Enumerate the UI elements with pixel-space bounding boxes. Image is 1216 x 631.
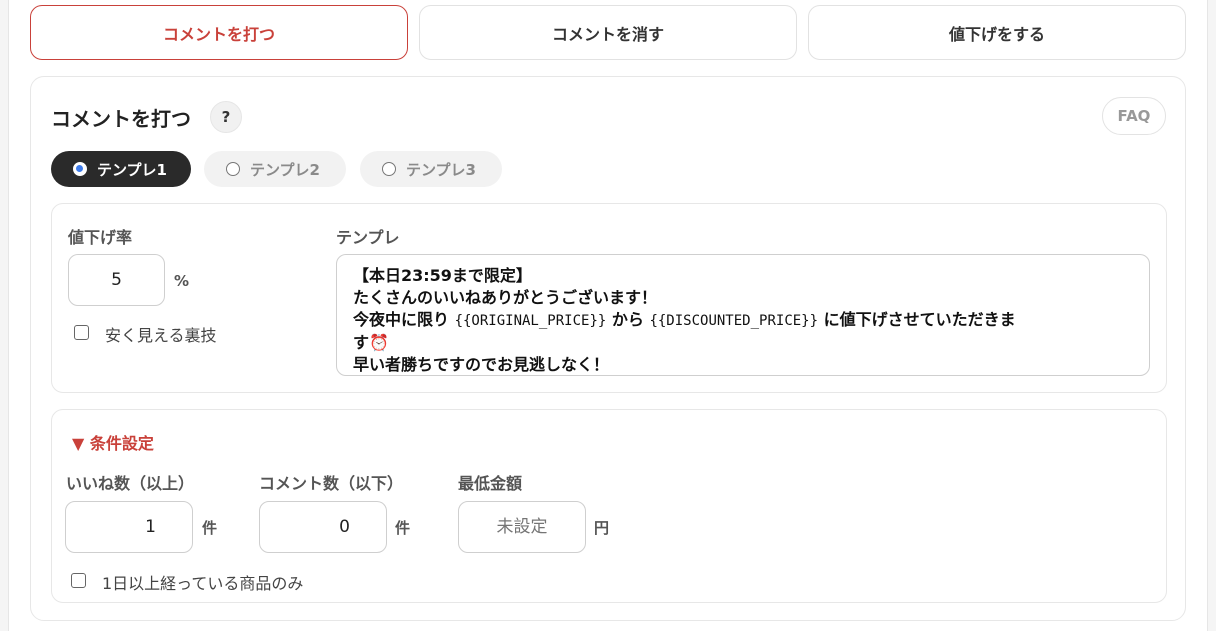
tab-post-comment[interactable]: コメントを打つ bbox=[30, 5, 408, 60]
help-button[interactable]: ? bbox=[210, 101, 242, 133]
discount-rate-input[interactable] bbox=[68, 254, 165, 306]
template-line: す⏰ bbox=[353, 333, 389, 352]
likes-input[interactable] bbox=[65, 501, 193, 553]
trick-checkbox[interactable] bbox=[74, 325, 89, 340]
page: コメントを打つ コメントを消す 値下げをする コメントを打つ ? FAQ テンプ… bbox=[8, 0, 1208, 631]
tab-price-drop[interactable]: 値下げをする bbox=[808, 5, 1186, 60]
text-segment: に値下げさせていただきま bbox=[818, 310, 1016, 329]
template-line: 早い者勝ちですのでお見逃しなく！ bbox=[353, 355, 610, 374]
template-1-option[interactable]: テンプレ1 bbox=[51, 151, 191, 187]
template-3-label: テンプレ3 bbox=[406, 160, 476, 179]
template-2-label: テンプレ2 bbox=[250, 160, 320, 179]
tab-delete-comment[interactable]: コメントを消す bbox=[419, 5, 797, 60]
placeholder-original-price: {{ORIGINAL_PRICE}} bbox=[454, 313, 607, 329]
likes-label: いいね数（以上） bbox=[66, 474, 195, 493]
radio-icon bbox=[73, 162, 87, 176]
template-text-label: テンプレ bbox=[336, 228, 400, 247]
card-title: コメントを打つ bbox=[51, 107, 191, 131]
trick-label: 安く見える裏技 bbox=[105, 326, 217, 345]
likes-unit: 件 bbox=[202, 519, 218, 537]
conditions-panel: ▼ 条件設定 いいね数（以上） 件 コメント数（以下） 件 最低金額 円 1日以… bbox=[51, 409, 1167, 603]
placeholder-discounted-price: {{DISCOUNTED_PRICE}} bbox=[649, 313, 819, 329]
discount-rate-label: 値下げ率 bbox=[68, 228, 133, 247]
min-price-input[interactable] bbox=[458, 501, 586, 553]
template-line: 今夜中に限り {{ORIGINAL_PRICE}} から {{DISCOUNTE… bbox=[353, 309, 1133, 332]
template-line: たくさんのいいねありがとうございます！ bbox=[353, 288, 658, 307]
comment-card: コメントを打つ ? FAQ テンプレ1 テンプレ2 テンプレ3 値下げ率 % 安… bbox=[30, 76, 1186, 621]
template-2-option[interactable]: テンプレ2 bbox=[204, 151, 346, 187]
age-checkbox[interactable] bbox=[71, 573, 86, 588]
age-label: 1日以上経っている商品のみ bbox=[102, 574, 304, 593]
template-line: 【本日23:59まで限定】 bbox=[353, 266, 532, 285]
template-3-option[interactable]: テンプレ3 bbox=[360, 151, 502, 187]
template-settings-panel: 値下げ率 % 安く見える裏技 テンプレ 【本日23:59まで限定】 たくさんのい… bbox=[51, 203, 1167, 393]
conditions-toggle[interactable]: ▼ 条件設定 bbox=[72, 430, 154, 454]
percent-unit: % bbox=[174, 272, 190, 290]
radio-icon bbox=[382, 162, 396, 176]
radio-icon bbox=[226, 162, 240, 176]
min-price-label: 最低金額 bbox=[458, 474, 523, 493]
comments-input[interactable] bbox=[259, 501, 387, 553]
faq-button[interactable]: FAQ bbox=[1102, 97, 1166, 135]
template-textarea[interactable]: 【本日23:59まで限定】 たくさんのいいねありがとうございます！ 今夜中に限り… bbox=[336, 254, 1150, 376]
template-1-label: テンプレ1 bbox=[97, 160, 167, 179]
text-segment: 今夜中に限り bbox=[353, 310, 455, 329]
text-segment: から bbox=[606, 310, 650, 329]
comments-unit: 件 bbox=[395, 519, 411, 537]
yen-unit: 円 bbox=[594, 519, 610, 537]
comments-label: コメント数（以下） bbox=[259, 474, 404, 493]
